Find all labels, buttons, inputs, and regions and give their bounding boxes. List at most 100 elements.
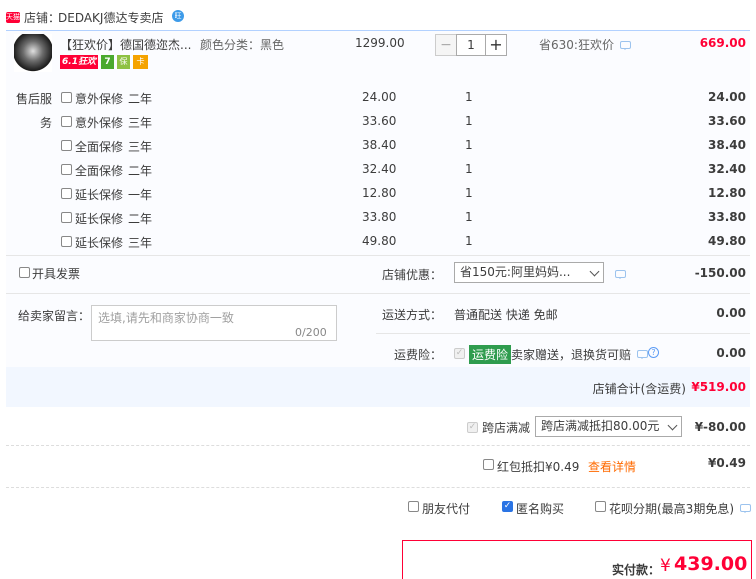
tmall-badge-icon: 天猫 bbox=[6, 12, 20, 23]
service-qty: 1 bbox=[465, 138, 473, 152]
message-counter: 0/200 bbox=[295, 326, 327, 339]
service-period: 二年 bbox=[128, 212, 153, 226]
service-checkbox[interactable] bbox=[61, 236, 72, 247]
service-qty: 1 bbox=[465, 162, 473, 176]
invoice-label: 开具发票 bbox=[32, 267, 81, 281]
service-period: 三年 bbox=[128, 140, 153, 154]
service-qty: 1 bbox=[465, 114, 473, 128]
service-total: 32.40 bbox=[708, 162, 746, 176]
invoice-checkbox[interactable] bbox=[19, 267, 30, 278]
item-tag-card: 卡 bbox=[133, 55, 148, 69]
shipping-value: 普通配送 快递 免邮 bbox=[454, 308, 558, 322]
help-icon[interactable]: ? bbox=[648, 347, 659, 358]
divider bbox=[6, 487, 750, 488]
item-title-link[interactable]: 【狂欢价】德国德迩杰... bbox=[60, 36, 191, 53]
item-tag-sale: 6.1狂欢 bbox=[60, 55, 98, 69]
service-checkbox[interactable] bbox=[61, 164, 72, 175]
insurance-amount: 0.00 bbox=[716, 346, 746, 360]
anonymous-checkbox[interactable]: ✓ bbox=[502, 501, 513, 512]
shop-discount-select[interactable]: 省150元:阿里妈妈... bbox=[454, 262, 604, 283]
shop-total-amount: ¥519.00 bbox=[691, 380, 746, 394]
divider bbox=[6, 255, 750, 256]
service-checkbox[interactable] bbox=[61, 116, 72, 127]
insurance-desc: 卖家赠送，退换货可赔 bbox=[511, 348, 632, 362]
shipping-amount: 0.00 bbox=[716, 306, 746, 320]
discount-message-icon[interactable] bbox=[615, 270, 626, 279]
service-label: 售后服 bbox=[16, 92, 53, 106]
shop-discount-label: 店铺优惠： bbox=[382, 268, 443, 282]
service-qty: 1 bbox=[465, 210, 473, 224]
insurance-badge: 运费险 bbox=[469, 345, 512, 364]
service-name: 全面保修 bbox=[75, 140, 124, 154]
service-period: 一年 bbox=[128, 188, 153, 202]
service-qty: 1 bbox=[465, 234, 473, 248]
service-price: 38.40 bbox=[362, 138, 397, 152]
promo-message-icon[interactable] bbox=[620, 41, 631, 50]
service-checkbox[interactable] bbox=[61, 188, 72, 199]
insurance-checkbox: ✓ bbox=[454, 348, 465, 359]
shop-total-label: 店铺合计(含运费) bbox=[592, 382, 686, 396]
message-label: 给卖家留言： bbox=[18, 309, 91, 323]
service-price: 33.80 bbox=[362, 210, 397, 224]
friend-pay-checkbox[interactable] bbox=[408, 501, 419, 512]
qty-minus-button[interactable]: − bbox=[435, 34, 457, 56]
service-checkbox[interactable] bbox=[61, 212, 72, 223]
huabei-checkbox[interactable] bbox=[595, 501, 606, 512]
item-tag-guarantee: 保 bbox=[117, 55, 130, 69]
service-period: 二年 bbox=[128, 164, 153, 178]
item-thumbnail[interactable] bbox=[14, 34, 52, 72]
huabei-message-icon[interactable] bbox=[740, 504, 751, 513]
chevron-down-icon bbox=[667, 420, 678, 431]
hongbao-amount: ¥0.49 bbox=[708, 456, 746, 470]
insurance-message-icon[interactable] bbox=[637, 350, 648, 359]
shop-label: 店铺： bbox=[24, 11, 61, 25]
wangwang-icon[interactable]: 旺 bbox=[172, 10, 184, 22]
shop-discount-value: 省150元:阿里妈妈... bbox=[460, 265, 571, 279]
hongbao-checkbox[interactable] bbox=[483, 459, 494, 470]
item-subtotal: 669.00 bbox=[699, 36, 746, 50]
chevron-down-icon bbox=[589, 266, 600, 277]
service-total: 33.80 bbox=[708, 210, 746, 224]
payment-amount: 439.00 bbox=[674, 553, 748, 575]
message-placeholder: 选填,请先和商家协商一致 bbox=[98, 311, 234, 325]
service-name: 延长保修 bbox=[75, 188, 124, 202]
service-total: 12.80 bbox=[708, 186, 746, 200]
service-period: 三年 bbox=[128, 116, 153, 130]
service-qty: 1 bbox=[465, 186, 473, 200]
insurance-label: 运费险： bbox=[394, 348, 443, 362]
qty-input[interactable]: 1 bbox=[456, 34, 486, 56]
divider bbox=[6, 293, 750, 294]
service-checkbox[interactable] bbox=[61, 92, 72, 103]
shipping-label: 运送方式： bbox=[382, 308, 443, 322]
service-period: 二年 bbox=[128, 92, 153, 106]
payment-currency: ¥ bbox=[660, 556, 671, 576]
divider bbox=[376, 333, 750, 334]
item-promo: 省630:狂欢价 bbox=[539, 38, 614, 52]
item-tag-7day: 7 bbox=[101, 55, 114, 69]
service-price: 33.60 bbox=[362, 114, 397, 128]
service-name: 意外保修 bbox=[75, 92, 124, 106]
service-name: 延长保修 bbox=[75, 236, 124, 250]
service-total: 24.00 bbox=[708, 90, 746, 104]
service-total: 33.60 bbox=[708, 114, 746, 128]
shop-name-link[interactable]: DEDAKJ德达专卖店 bbox=[58, 9, 163, 26]
friend-pay-label: 朋友代付 bbox=[422, 502, 471, 516]
cross-store-amount: ¥-80.00 bbox=[694, 420, 746, 434]
service-checkbox[interactable] bbox=[61, 140, 72, 151]
cross-store-label: 跨店满减 bbox=[482, 421, 531, 435]
service-period: 三年 bbox=[128, 236, 153, 250]
service-price: 12.80 bbox=[362, 186, 397, 200]
service-total: 49.80 bbox=[708, 234, 746, 248]
service-name: 全面保修 bbox=[75, 164, 124, 178]
hongbao-detail-link[interactable]: 查看详情 bbox=[588, 458, 636, 475]
item-attr: 颜色分类：黑色 bbox=[200, 38, 285, 52]
hongbao-label: 红包抵扣¥0.49 bbox=[497, 460, 580, 474]
service-total: 38.40 bbox=[708, 138, 746, 152]
qty-plus-button[interactable]: + bbox=[485, 34, 507, 56]
service-name: 延长保修 bbox=[75, 212, 124, 226]
service-price: 24.00 bbox=[362, 90, 397, 104]
cross-store-select[interactable]: 跨店满减抵扣80.00元 bbox=[535, 416, 682, 437]
service-price: 49.80 bbox=[362, 234, 397, 248]
service-label-cont: 务 bbox=[40, 116, 53, 130]
service-qty: 1 bbox=[465, 90, 473, 104]
